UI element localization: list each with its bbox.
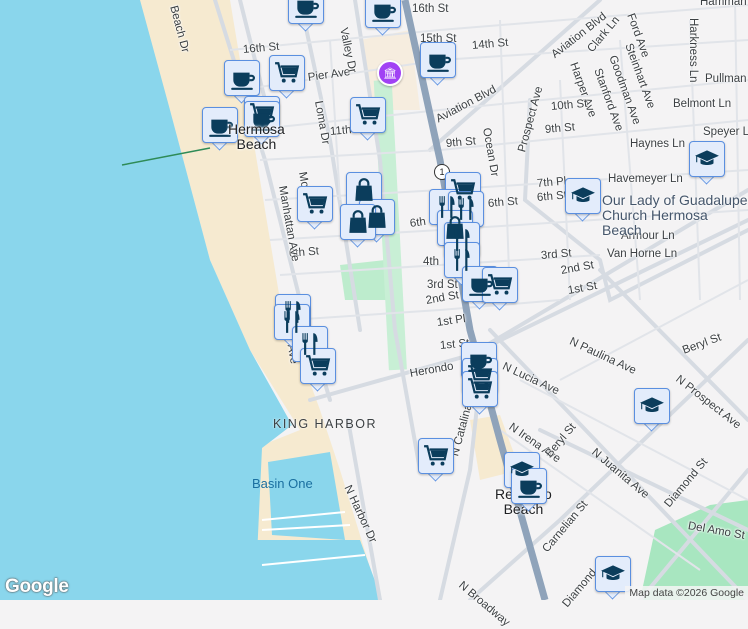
marker-box [224,60,260,96]
cafe-icon [516,473,542,499]
shopping-cart-marker[interactable] [482,267,518,311]
street-label: Havemeyer Ln [608,173,683,185]
school-icon [570,183,596,209]
poi-church[interactable]: Our Lady of GuadalupeChurch Hermosa Beac… [602,193,748,238]
map-canvas[interactable] [0,0,748,600]
street-label: Hamman [700,0,747,8]
place-king-harbor: KING HARBOR [273,417,377,431]
cafe-marker[interactable] [288,0,324,32]
shopping-cart-icon [467,376,493,402]
marker-box [365,0,401,28]
marker-box [350,97,386,133]
shopping-cart-icon [302,191,328,217]
museum-icon[interactable]: 🏛 [377,60,403,86]
shopping-bag-marker[interactable] [340,204,376,248]
street-label: Speyer Ln [703,126,748,138]
shopping-bag-icon [351,177,377,203]
restaurant-icon [449,247,475,273]
street-label: 7th Pl [536,175,566,190]
street-label: 4th [423,256,439,268]
marker-box [482,267,518,303]
shopping-cart-icon [274,60,300,86]
shopping-cart-icon [487,272,513,298]
school-icon [694,146,720,172]
school-icon [639,393,665,419]
marker-box [565,178,601,214]
marker-box [297,186,333,222]
cafe-icon [293,0,319,19]
shopping-cart-marker[interactable] [350,97,386,141]
cafe-icon [370,0,396,23]
marker-box [420,42,456,78]
marker-box [300,348,336,384]
shopping-cart-marker[interactable] [300,348,336,392]
shopping-cart-icon [305,353,331,379]
cafe-marker[interactable] [420,42,456,86]
school-marker[interactable] [634,388,670,432]
shopping-cart-icon [423,443,449,469]
marker-box [634,388,670,424]
place-basin-one: Basin One [252,476,313,491]
school-icon [600,561,626,587]
school-marker[interactable] [689,141,725,185]
shopping-cart-icon [355,102,381,128]
shopping-cart-marker[interactable] [297,186,333,230]
marker-box [511,468,547,504]
marker-box [462,371,498,407]
street-label: Van Horne Ln [607,248,677,260]
street-label: Belmont Ln [673,98,731,110]
street-label: Haynes Ln [630,138,685,150]
place-line: Beach [237,136,277,152]
shopping-bag-icon [345,209,371,235]
map-attribution[interactable]: Map data ©2026 Google [625,586,748,600]
shopping-cart-marker[interactable] [418,438,454,482]
street-label: Harkness Ln [687,18,699,83]
street-label: 16th St [412,3,448,15]
marina [255,540,382,600]
cafe-marker[interactable] [511,468,547,512]
school-marker[interactable] [565,178,601,222]
shopping-cart-marker[interactable] [462,371,498,415]
place-line: Hermosa [228,121,285,137]
cafe-icon [229,65,255,91]
marker-box [340,204,376,240]
shopping-cart-marker[interactable] [269,55,305,99]
marker-box [689,141,725,177]
marker-box [269,55,305,91]
street-label: Pullman Ln [705,73,748,85]
cafe-icon [425,47,451,73]
poi-line: Church Hermosa Beach [602,207,708,238]
place-hermosa-beach: HermosaBeach [228,122,285,152]
google-logo: Google [5,576,69,598]
marker-box [418,438,454,474]
poi-line: Our Lady of Guadalupe [602,192,748,208]
cafe-marker[interactable] [365,0,401,36]
marker-box [288,0,324,24]
marker-box [346,172,382,208]
